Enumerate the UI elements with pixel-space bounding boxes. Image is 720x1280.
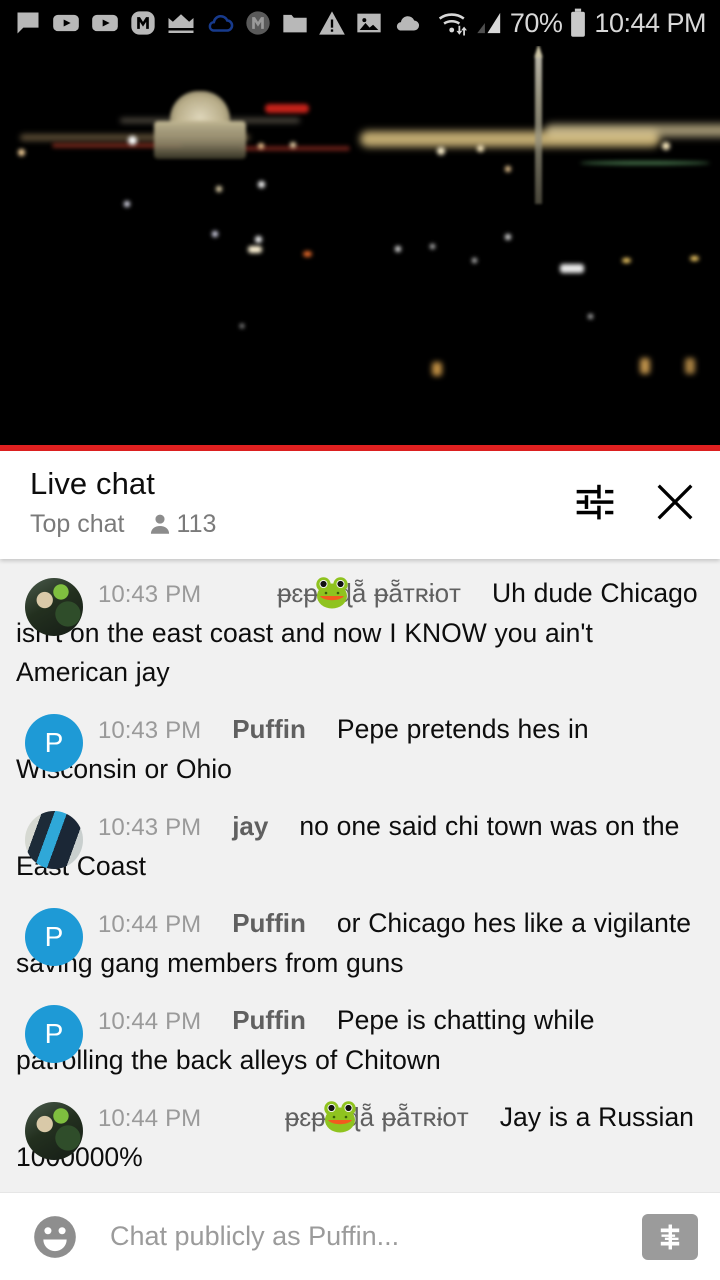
status-bar-system-icons: 70% 10:44 PM	[436, 8, 706, 38]
dollar-bill-icon	[660, 1224, 680, 1249]
chat-input-bar	[0, 1192, 720, 1280]
folder-icon	[283, 14, 307, 33]
cloud-outline-icon	[208, 14, 234, 32]
jefferson-memorial-dome	[148, 91, 253, 163]
avatar[interactable]	[25, 1102, 83, 1160]
super-chat-button[interactable]	[642, 1213, 698, 1260]
image-icon	[357, 13, 381, 33]
message-timestamp: 10:44 PM	[98, 911, 202, 938]
chat-message-list[interactable]: 10:43 PM ᵽɛᵽɛ ɖẵ ᵽẵᴛʀɨoᴛ Uh dude Chicago…	[0, 559, 720, 1192]
message-timestamp: 10:43 PM	[98, 717, 202, 744]
avatar[interactable]	[25, 811, 83, 869]
chat-message[interactable]: P 10:43 PM Puffin Pepe pretends hes in W…	[0, 701, 720, 798]
chat-mode-label[interactable]: Top chat	[30, 509, 125, 539]
chat-header-actions	[572, 465, 698, 525]
battery-percent-label: 70%	[509, 7, 563, 38]
avatar[interactable]	[25, 578, 83, 636]
message-author[interactable]: ᵽɛᵽɛ ɖẵ ᵽẵᴛʀɨoᴛ	[277, 578, 461, 608]
chat-settings-button[interactable]	[572, 479, 618, 525]
battery-icon	[571, 8, 586, 37]
emoji-smiley-icon	[34, 1215, 76, 1258]
chat-message[interactable]: 10:43 PM jay no one said chi town was on…	[0, 798, 720, 895]
avatar-initial: P	[25, 714, 83, 772]
video-frame-night-cityscape	[0, 46, 720, 451]
crown-icon	[168, 14, 194, 33]
cellular-signal-icon	[477, 12, 501, 34]
chat-subtitle-row: Top chat 113	[30, 509, 572, 539]
person-icon	[150, 514, 169, 534]
message-author[interactable]: ᵽɛᵽɛ ɖẵ ᵽẵᴛʀɨoᴛ	[285, 1102, 469, 1132]
chat-header-text-group: Live chat Top chat 113	[30, 465, 572, 539]
message-timestamp: 10:44 PM	[98, 1008, 202, 1035]
phone-screen: 70% 10:44 PM Live chat Top chat 113 10:4…	[0, 0, 720, 1280]
clock-label: 10:44 PM	[594, 7, 706, 38]
video-player[interactable]	[0, 46, 720, 451]
message-timestamp: 10:43 PM	[98, 581, 202, 608]
status-bar: 70% 10:44 PM	[0, 0, 720, 46]
tune-sliders-icon	[576, 484, 614, 520]
youtube-play-icon	[92, 14, 118, 32]
youtube-play-icon	[53, 14, 79, 32]
message-author[interactable]: jay	[232, 811, 268, 841]
warning-triangle-icon	[319, 11, 345, 35]
live-chat-header: Live chat Top chat 113	[0, 451, 720, 559]
close-x-icon	[657, 484, 693, 520]
chat-title: Live chat	[30, 466, 155, 501]
avatar-initial: P	[25, 908, 83, 966]
chat-message[interactable]: P 10:44 PM Puffin or Chicago hes like a …	[0, 895, 720, 992]
wifi-icon	[438, 13, 467, 36]
viewer-count-label: 113	[176, 510, 217, 538]
pepe-frog-emoji	[240, 1101, 356, 1133]
message-timestamp: 10:43 PM	[98, 814, 202, 841]
avatar[interactable]: P	[25, 1005, 83, 1063]
chat-message[interactable]: 10:43 PM ᵽɛᵽɛ ɖẵ ᵽẵᴛʀɨoᴛ Uh dude Chicago…	[0, 565, 720, 701]
chat-message[interactable]: 10:44 PM ᵽɛᵽɛ ɖẵ ᵽẵᴛʀɨoᴛ Jay is a Russia…	[0, 1089, 720, 1186]
avatar-initial: P	[25, 1005, 83, 1063]
m-badge-icon	[131, 11, 155, 35]
message-author[interactable]: Puffin	[232, 908, 306, 938]
status-bar-notification-icons	[14, 9, 436, 37]
cloud-filled-icon	[396, 16, 420, 31]
chat-message[interactable]: P 10:44 PM Puffin Pepe is chatting while…	[0, 992, 720, 1089]
avatar[interactable]: P	[25, 714, 83, 772]
washington-monument	[535, 54, 542, 204]
close-chat-button[interactable]	[652, 479, 698, 525]
message-timestamp: 10:44 PM	[98, 1105, 202, 1132]
message-author[interactable]: Puffin	[232, 1005, 306, 1035]
pepe-frog-emoji	[232, 577, 348, 609]
message-author[interactable]: Puffin	[232, 714, 306, 744]
viewer-count-group: 113	[147, 509, 217, 539]
chat-input[interactable]	[110, 1221, 642, 1252]
avatar[interactable]: P	[25, 908, 83, 966]
m-circle-icon	[246, 11, 270, 35]
emoji-picker-button[interactable]	[30, 1212, 80, 1262]
chat-bubble-icon	[17, 12, 39, 34]
